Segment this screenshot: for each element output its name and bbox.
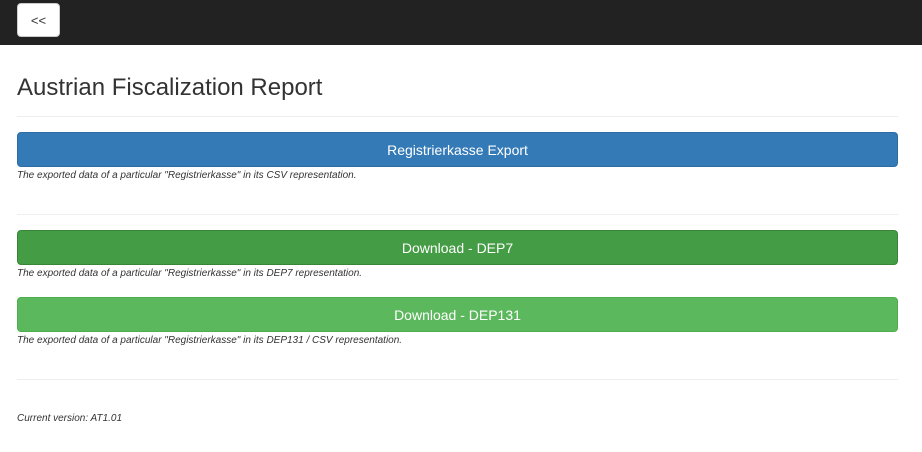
back-button[interactable]: << [17, 3, 60, 37]
download-dep131-button[interactable]: Download - DEP131 [17, 297, 898, 332]
top-navbar: << [0, 0, 922, 45]
version-text: Current version: AT1.01 [17, 413, 123, 424]
divider [17, 379, 898, 380]
download-dep131-description: The exported data of a particular "Regis… [17, 335, 403, 346]
registrierkasse-export-button[interactable]: Registrierkasse Export [17, 132, 898, 167]
divider [17, 116, 898, 117]
download-dep7-button[interactable]: Download - DEP7 [17, 230, 898, 265]
download-dep7-description: The exported data of a particular "Regis… [17, 268, 363, 279]
page-title: Austrian Fiscalization Report [17, 74, 323, 101]
registrierkasse-export-description: The exported data of a particular "Regis… [17, 170, 357, 181]
divider [17, 214, 898, 215]
